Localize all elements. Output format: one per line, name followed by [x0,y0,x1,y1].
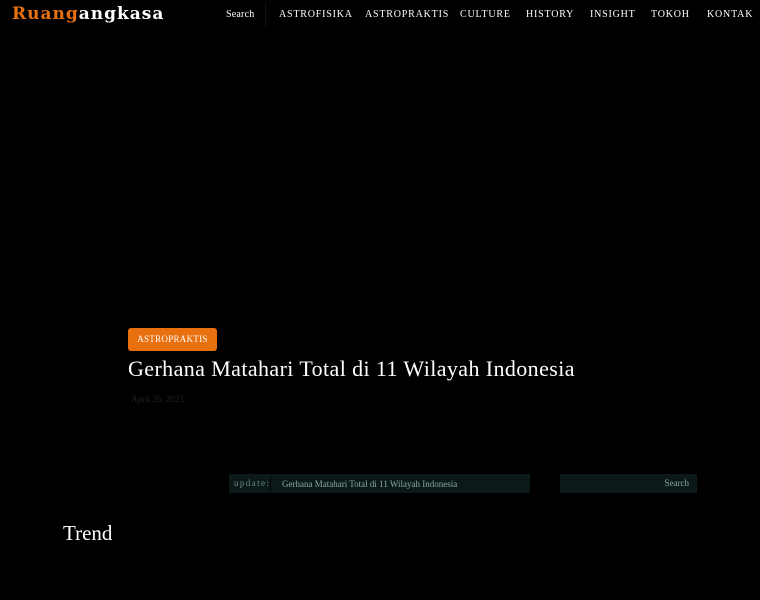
site-logo[interactable]: Ruangangkasa [12,4,164,24]
news-ticker: update: Gerhana Matahari Total di 11 Wil… [229,474,530,493]
ticker-headline-link[interactable]: Gerhana Matahari Total di 11 Wilayah Ind… [282,479,457,489]
logo-text-angkasa: angkasa [78,4,165,24]
trend-section-title: Trend [63,521,113,545]
search-form: Search [560,474,697,493]
ticker-label: update: [234,478,271,488]
logo-text-ruang: Ruang [12,4,79,24]
featured-article-title[interactable]: Gerhana Matahari Total di 11 Wilayah Ind… [128,356,575,382]
nav-item-history[interactable]: HISTORY [526,9,574,20]
search-button[interactable]: Search [665,478,690,488]
ticker-divider [270,476,271,491]
hero-banner[interactable] [0,30,760,460]
nav-item-astrofisika[interactable]: ASTROFISIKA [279,9,353,20]
category-badge[interactable]: ASTROPRAKTIS [128,328,217,351]
top-navigation-bar: Ruangangkasa Search ASTROFISIKA ASTROPRA… [0,0,760,30]
post-date: April 26, 2023 [131,394,184,404]
nav-divider [265,2,266,28]
nav-item-kontak[interactable]: KONTAK [707,9,753,20]
nav-item-culture[interactable]: CULTURE [460,9,511,20]
nav-search-link[interactable]: Search [226,9,254,20]
search-input[interactable] [560,474,661,493]
nav-item-astropraktis[interactable]: ASTROPRAKTIS [365,9,449,20]
nav-item-insight[interactable]: INSIGHT [590,9,636,20]
nav-item-tokoh[interactable]: TOKOH [651,9,690,20]
